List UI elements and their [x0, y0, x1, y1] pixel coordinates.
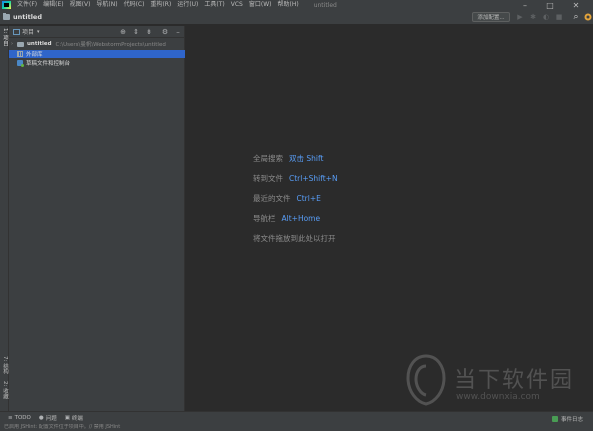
tree-item-label: 草稿文件和控制台 — [26, 61, 71, 67]
hint-label: 转到文件 — [253, 174, 283, 183]
close-button[interactable]: ✕ — [566, 0, 586, 10]
project-view-icon — [13, 28, 20, 35]
tree-item-path: C:\Users\曼帆\WebstormProjects\untitled — [55, 42, 166, 48]
terminal-icon: ▣ — [64, 415, 70, 421]
hint-label: 全局搜索 — [253, 154, 283, 163]
list-icon: ≡ — [8, 415, 13, 421]
hint-label: 最近的文件 — [253, 194, 291, 203]
hint-label: 导航栏 — [253, 214, 276, 223]
expand-icon[interactable]: ⇕ — [132, 28, 140, 36]
search-icon[interactable]: ⌕ — [572, 12, 580, 22]
folder-icon — [17, 41, 24, 47]
hint-shortcut: 双击 Shift — [289, 154, 324, 163]
watermark-brand: 当下软件园 — [454, 368, 575, 393]
hint-shortcut: Ctrl+Shift+N — [289, 174, 338, 183]
menu-refactor[interactable]: 重构(R) — [147, 0, 174, 10]
folder-icon — [3, 13, 10, 20]
maximize-button[interactable]: □ — [540, 0, 560, 10]
hint-shortcut: Alt+Home — [281, 214, 321, 223]
tab-project[interactable]: 1: 项目 — [1, 28, 9, 46]
hide-icon[interactable]: – — [174, 28, 182, 36]
panel-header: 项目 ▾ — [9, 26, 185, 38]
hint-search-everywhere: 全局搜索 双击 Shift — [253, 153, 323, 164]
menu-tools[interactable]: 工具(T) — [201, 0, 227, 10]
hint-goto-file: 转到文件 Ctrl+Shift+N — [253, 173, 338, 184]
bottom-tool-bar: ≡ TODO ● 问题 ▣ 终端 事件日志 — [0, 411, 593, 424]
event-log-label: 事件日志 — [560, 417, 583, 423]
tab-label: 终端 — [71, 416, 83, 422]
info-icon: ● — [38, 415, 44, 421]
menu-navigate[interactable]: 导航(N) — [93, 0, 120, 10]
panel-title[interactable]: 项目 — [22, 27, 34, 36]
hint-navigation-bar: 导航栏 Alt+Home — [253, 213, 320, 224]
tab-terminal[interactable]: ▣ 终端 — [65, 414, 83, 422]
window-title: untitled — [313, 1, 337, 9]
hint-recent-files: 最近的文件 Ctrl+E — [253, 193, 321, 204]
menu-edit[interactable]: 编辑(E) — [40, 0, 66, 10]
hint-shortcut: Ctrl+E — [296, 194, 321, 203]
menu-file[interactable]: 文件(F) — [14, 0, 40, 10]
minimize-button[interactable]: – — [515, 0, 535, 10]
coverage-icon[interactable]: ◐ — [542, 13, 550, 21]
chevron-down-icon[interactable]: ▾ — [37, 29, 40, 35]
tab-problems[interactable]: ● 问题 — [39, 414, 57, 422]
menu-window[interactable]: 窗口(W) — [246, 0, 275, 10]
menu-bar: 文件(F) 编辑(E) 视图(V) 导航(N) 代码(C) 重构(R) 运行(U… — [0, 0, 593, 10]
menu-view[interactable]: 视图(V) — [67, 0, 94, 10]
debug-icon[interactable]: ✱ — [529, 13, 537, 21]
tab-favorites[interactable]: 2: 收藏 — [1, 381, 9, 399]
update-icon[interactable] — [584, 13, 592, 21]
menu-vcs[interactable]: VCS — [228, 0, 246, 10]
breadcrumb-project[interactable]: untitled — [13, 13, 42, 21]
add-configuration-button[interactable]: 添加配置... — [472, 12, 510, 22]
event-log-button[interactable]: 事件日志 — [551, 415, 583, 423]
tab-structure[interactable]: 7: 结构 — [1, 356, 9, 374]
status-bar[interactable]: 已启用 JSHint: 配置文件位于项目中。// 禁用 JSHint — [0, 424, 593, 431]
libraries-icon — [17, 51, 23, 57]
menu-code[interactable]: 代码(C) — [121, 0, 148, 10]
collapse-icon[interactable]: ⇟ — [145, 28, 153, 36]
event-log-icon — [551, 416, 558, 422]
tab-label: 问题 — [45, 416, 57, 422]
locate-icon[interactable]: ⊕ — [119, 28, 127, 36]
gear-icon[interactable]: ⚙ — [161, 28, 169, 36]
hint-drop-files: 将文件拖放到此处以打开 — [253, 233, 336, 244]
menu-run[interactable]: 运行(U) — [174, 0, 201, 10]
watermark-url: www.downxia.com — [456, 392, 540, 402]
tab-todo[interactable]: ≡ TODO — [8, 415, 31, 421]
project-panel: 项目 ▾ ⊕ ⇕ ⇟ ⚙ – › untitled C:\Users\曼帆\We… — [9, 26, 185, 411]
watermark: 当下软件园 www.downxia.com — [400, 352, 590, 412]
tree-item-external-libraries[interactable]: 外部库 — [9, 50, 185, 58]
menu-help[interactable]: 帮助(H) — [275, 0, 302, 10]
app-logo-icon[interactable] — [2, 1, 11, 9]
tree-item-label: untitled — [27, 41, 52, 47]
hint-label: 将文件拖放到此处以打开 — [253, 234, 336, 243]
left-tool-strip: 1: 项目 7: 结构 2: 收藏 — [0, 26, 9, 411]
tree-item-untitled[interactable]: › untitled C:\Users\曼帆\WebstormProjects\… — [9, 40, 185, 48]
tree-item-scratches[interactable]: 草稿文件和控制台 — [9, 59, 185, 67]
tab-label: TODO — [14, 415, 31, 421]
run-icon[interactable]: ▶ — [516, 13, 524, 21]
watermark-logo-icon — [406, 354, 446, 406]
stop-icon[interactable]: ■ — [555, 13, 563, 21]
scratch-icon — [17, 60, 24, 67]
tree-item-label: 外部库 — [26, 52, 43, 58]
